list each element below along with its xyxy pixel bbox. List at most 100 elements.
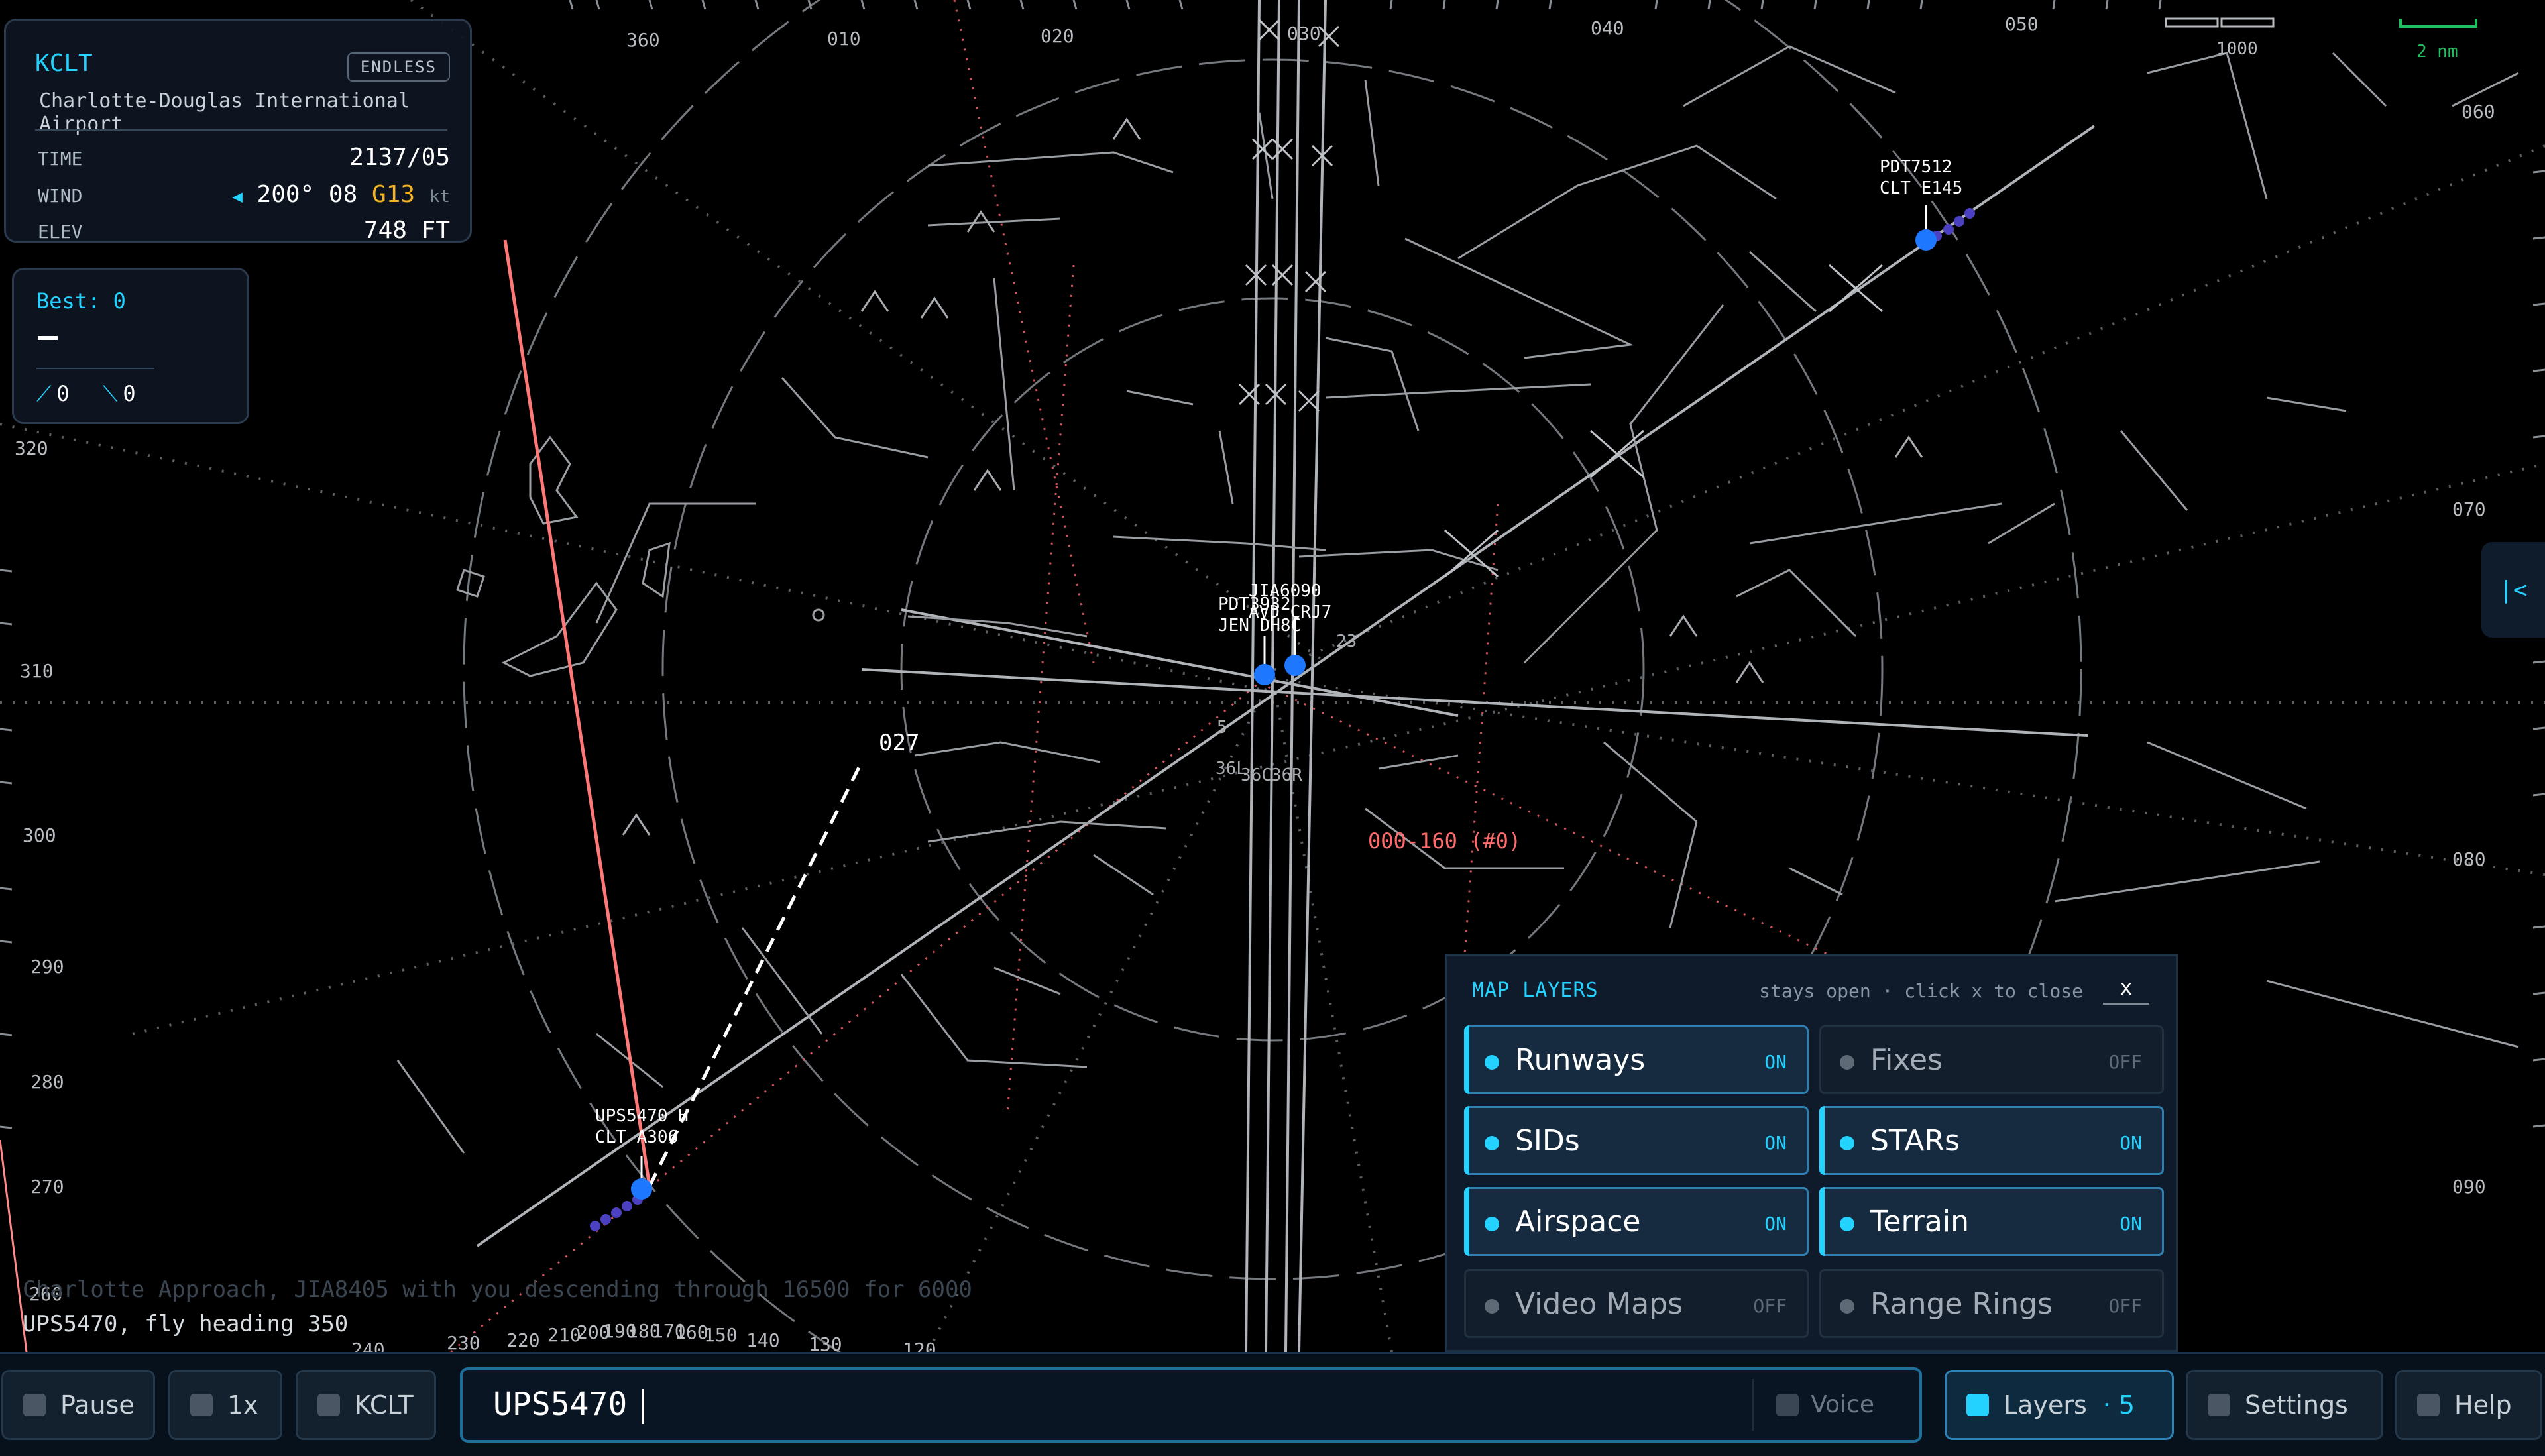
layer-toggle-video-maps[interactable]: Video Maps OFF — [1464, 1269, 1809, 1338]
layer-label: Runways — [1515, 1043, 1646, 1077]
layer-state: ON — [2120, 1132, 2142, 1154]
checkbox-icon — [1966, 1394, 1989, 1416]
close-button[interactable]: x — [2103, 972, 2149, 1005]
button-label: KCLT — [355, 1390, 414, 1420]
compass-label: 030 — [1287, 23, 1321, 44]
layer-state: ON — [1764, 1051, 1787, 1073]
layer-state: ON — [1764, 1213, 1787, 1235]
layer-state: OFF — [2108, 1051, 2142, 1073]
airport-info-panel: KCLT ENDLESS Charlotte-Douglas Internati… — [4, 19, 472, 244]
wind-value: ◀ 200° 08 G13 kt — [232, 181, 450, 208]
transcript-line: Charlotte Approach, JIA8405 with you des… — [23, 1276, 972, 1303]
compass-label: 120 — [903, 1339, 936, 1352]
checkbox-icon — [317, 1394, 340, 1416]
wind-row: WIND ◀ 200° 08 G13 kt — [38, 181, 450, 214]
time-label: TIME — [38, 148, 83, 170]
wind-arrow-icon: ◀ — [232, 187, 243, 207]
elev-value: 748 FT — [363, 217, 450, 244]
compass-label: 290 — [30, 956, 64, 978]
speed-button[interactable]: 1x — [168, 1370, 282, 1440]
settings-button[interactable]: Settings — [2186, 1370, 2383, 1440]
checkbox-icon — [190, 1394, 213, 1416]
transcript-line: UPS5470, fly heading 350 — [23, 1311, 349, 1337]
bottom-toolbar: Pause 1x KCLT UPS5470 Voice Layers · 5 S… — [0, 1352, 2545, 1456]
button-label: 1x — [227, 1390, 258, 1420]
layers-button[interactable]: Layers · 5 — [1945, 1370, 2174, 1440]
layer-toggle-terrain[interactable]: Terrain ON — [1819, 1187, 2164, 1256]
layer-label: Fixes — [1870, 1043, 1943, 1077]
collapse-panel-icon[interactable]: |< — [2481, 542, 2545, 638]
help-button[interactable]: Help — [2395, 1370, 2542, 1440]
button-label: Help — [2454, 1390, 2512, 1420]
restriction-label: 000-160 (#0) — [1368, 828, 1521, 854]
checkbox-icon — [2208, 1394, 2230, 1416]
compass-label: 270 — [30, 1176, 64, 1198]
compass-label: 320 — [15, 437, 48, 459]
layer-toggle-runways[interactable]: Runways ON — [1464, 1025, 1809, 1094]
time-row: TIME 2137/05 — [38, 144, 450, 177]
divider — [36, 368, 154, 369]
compass-label: 080 — [2452, 848, 2486, 870]
layers-count: · 5 — [2102, 1390, 2135, 1420]
wind-label: WIND — [38, 185, 83, 207]
map-layers-title: MAP LAYERS — [1472, 979, 1599, 1002]
map-layers-panel: MAP LAYERS stays open · click x to close… — [1445, 954, 2178, 1352]
compass-label: 060 — [2461, 101, 2495, 123]
departure-icon: ⟋ — [36, 381, 52, 406]
runway-label: 23 — [1336, 632, 1357, 651]
status-dot-icon — [1840, 1217, 1854, 1231]
heading-marker-label: 027 — [879, 730, 919, 756]
compass-label: 130 — [809, 1333, 842, 1352]
layer-label: Terrain — [1870, 1205, 1969, 1239]
layer-state: OFF — [2108, 1295, 2142, 1317]
aircraft-info: CLT A306 — [595, 1127, 678, 1147]
layer-toggle-fixes[interactable]: Fixes OFF — [1819, 1025, 2164, 1094]
status-dot-icon — [1485, 1299, 1499, 1314]
airport-icao: KCLT — [35, 50, 93, 77]
pause-button[interactable]: Pause — [1, 1370, 155, 1440]
wind-direction: 200° — [256, 181, 315, 208]
layer-state: ON — [2120, 1213, 2142, 1235]
layer-label: Range Rings — [1870, 1287, 2053, 1321]
layer-toggle-stars[interactable]: STARs ON — [1819, 1106, 2164, 1175]
compass-label: 010 — [827, 28, 861, 50]
layer-toggle-sids[interactable]: SIDs ON — [1464, 1106, 1809, 1175]
scale-distance-label: 2 nm — [2416, 42, 2458, 62]
layer-label: STARs — [1870, 1124, 1960, 1158]
command-input[interactable]: UPS5470 Voice — [460, 1367, 1922, 1443]
status-dot-icon — [1840, 1136, 1854, 1150]
compass-label: 070 — [2452, 498, 2486, 520]
status-dot-icon — [1840, 1299, 1854, 1314]
compass-label: 150 — [704, 1324, 738, 1346]
command-text: UPS5470 — [493, 1386, 645, 1424]
elev-row: ELEV 748 FT — [38, 217, 450, 250]
airport-button[interactable]: KCLT — [296, 1370, 436, 1440]
compass-label: 050 — [2005, 13, 2039, 35]
compass-label: 280 — [30, 1071, 64, 1093]
layer-toggle-airspace[interactable]: Airspace ON — [1464, 1187, 1809, 1256]
text-caret — [642, 1389, 645, 1424]
scale-altitude-label: 1000 — [2216, 39, 2258, 59]
layer-toggle-range-rings[interactable]: Range Rings OFF — [1819, 1269, 2164, 1338]
compass-label: 230 — [447, 1332, 481, 1352]
score-panel: Best: 0 ⟋ 0 ⟍ 0 — [12, 268, 249, 424]
arrival-icon: ⟍ — [103, 381, 118, 406]
compass-label: 090 — [2452, 1176, 2486, 1198]
aircraft-callsign: UPS5470 H — [595, 1106, 689, 1126]
layer-label: SIDs — [1515, 1124, 1580, 1158]
voice-toggle[interactable]: Voice — [1752, 1379, 1893, 1431]
button-label: Settings — [2245, 1390, 2348, 1420]
departures-count: ⟋ 0 — [36, 381, 70, 406]
compass-label: 240 — [351, 1339, 385, 1352]
aircraft-callsign: PDT7512 — [1880, 157, 1952, 177]
compass-label: 310 — [20, 660, 54, 682]
compass-label: 300 — [23, 824, 56, 846]
compass-label: 140 — [746, 1329, 780, 1351]
runway-label: 5 — [1217, 718, 1227, 738]
aircraft-info: CLT E145 — [1880, 178, 1962, 198]
map-layers-hint: stays open · click x to close — [1759, 980, 2083, 1002]
mode-badge: ENDLESS — [347, 52, 450, 82]
status-dot-icon — [1485, 1055, 1499, 1070]
divider — [35, 129, 447, 131]
compass-label: 040 — [1591, 17, 1624, 39]
